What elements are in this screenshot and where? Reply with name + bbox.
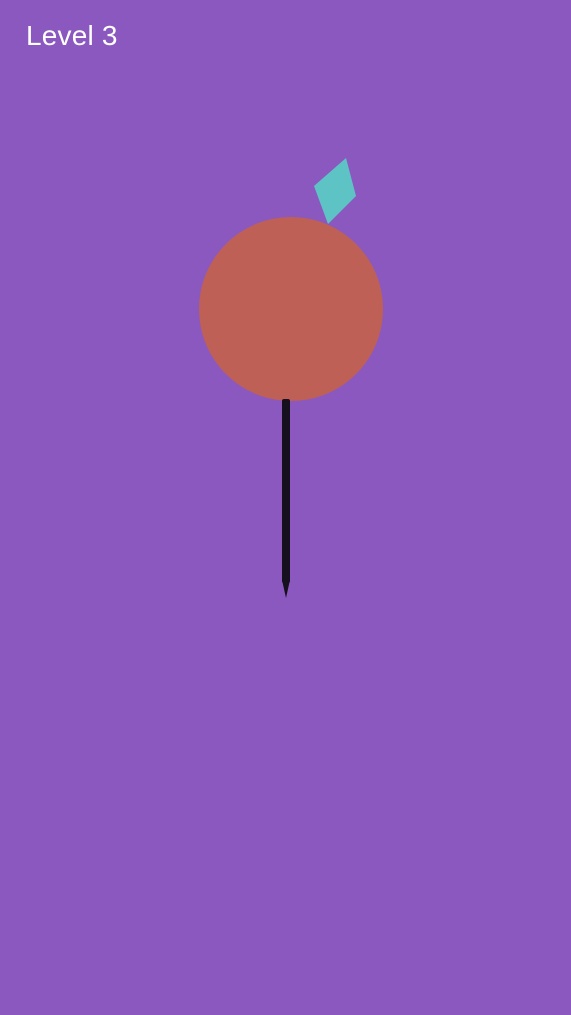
knife-icon[interactable] [282,399,290,598]
level-label: Level 3 [26,20,118,51]
game-scene[interactable] [0,0,571,1015]
target-circle-icon[interactable] [199,217,383,401]
knife-blade [282,399,290,583]
game-stage[interactable]: Level 3 [0,0,571,1015]
